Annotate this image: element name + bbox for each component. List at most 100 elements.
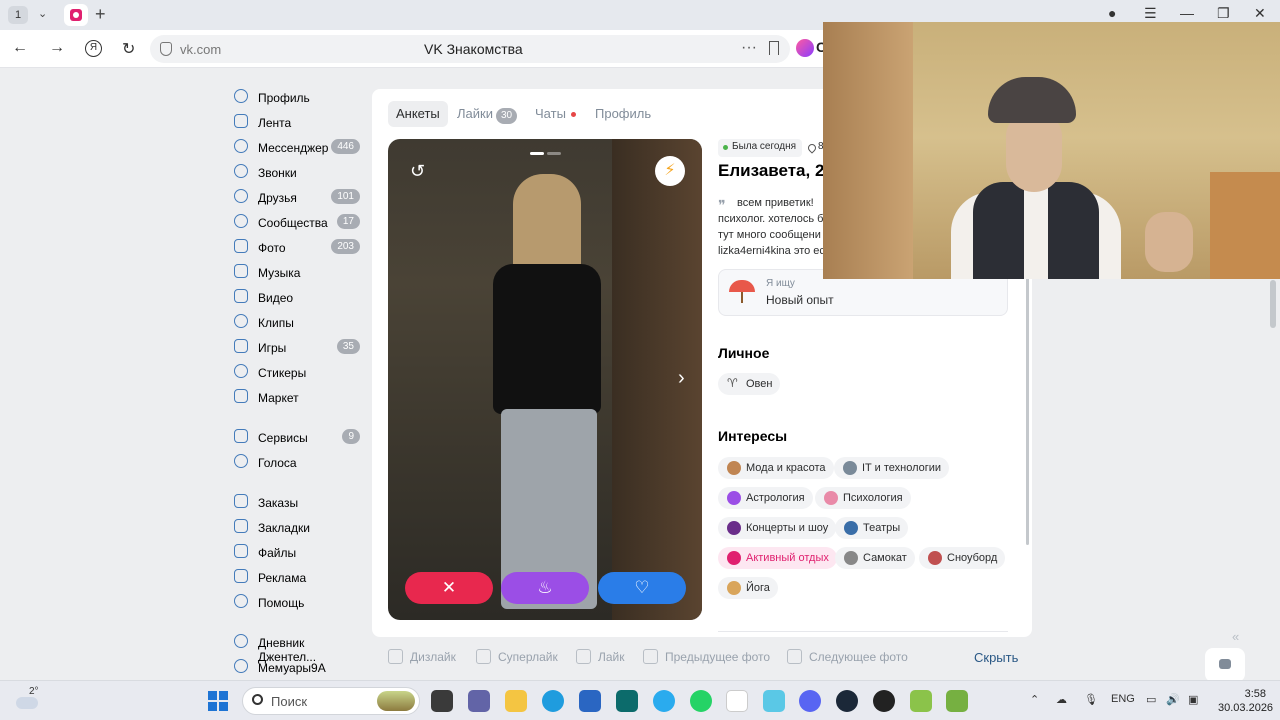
seeking-label: Я ищу — [766, 278, 795, 289]
interest-chip: Мода и красота — [718, 457, 834, 479]
telegram-icon[interactable] — [653, 690, 675, 712]
quote-icon: ❞ — [718, 197, 726, 213]
display-icon[interactable]: ▭ — [1146, 693, 1156, 706]
sidebar-item-files[interactable]: Файлы — [232, 541, 362, 566]
page-scrollbar[interactable] — [1270, 280, 1276, 328]
collapse-icon[interactable]: « — [1232, 629, 1239, 644]
restore-button[interactable]: ❐ — [1217, 5, 1230, 22]
sidebar-item-clips[interactable]: Клипы — [232, 311, 362, 336]
minimize-button[interactable]: — — [1180, 5, 1194, 21]
tab-chats[interactable]: Чаты — [535, 101, 576, 127]
dislike-button[interactable]: ✕ — [405, 572, 493, 604]
robot-icon — [843, 461, 857, 475]
online-status: Была сегодня — [718, 139, 803, 157]
chevron-up-icon[interactable]: ⌃ — [1030, 693, 1039, 706]
app-icon[interactable] — [616, 690, 638, 712]
clock[interactable]: 3:58 30.03.2026 — [1218, 687, 1273, 715]
yandex-icon[interactable]: Я — [85, 40, 102, 57]
like-button[interactable]: ♡ — [598, 572, 686, 604]
hide-hints-link[interactable]: Скрыть — [974, 650, 1018, 665]
app-icon[interactable] — [910, 690, 932, 712]
chat-widget-button[interactable] — [1205, 648, 1245, 682]
obs-icon[interactable] — [873, 690, 895, 712]
bluestacks-icon[interactable] — [946, 690, 968, 712]
sidebar-item-group-memoirs[interactable]: Мемуары9А — [232, 656, 362, 681]
language-indicator[interactable]: ENG — [1111, 693, 1135, 705]
more-icon[interactable]: ··· — [741, 39, 757, 57]
bag-icon — [727, 461, 741, 475]
sidebar-item-feed[interactable]: Лента — [232, 111, 362, 136]
app-icon[interactable] — [763, 690, 785, 712]
interest-chip: Йога — [718, 577, 778, 599]
next-photo-arrow-icon[interactable]: › — [678, 367, 685, 390]
sidebar-item-games[interactable]: Игры 35 — [232, 336, 362, 361]
forward-arrow-icon[interactable]: → — [49, 39, 65, 57]
sidebar-item-messenger[interactable]: Мессенджер 446 — [232, 136, 362, 161]
steam-icon[interactable] — [836, 690, 858, 712]
bookmark-icon[interactable] — [769, 41, 779, 55]
brain-icon — [824, 491, 838, 505]
tab-likes[interactable]: Лайки 30 — [457, 101, 518, 127]
volume-icon[interactable]: 🔊 — [1166, 693, 1180, 706]
sidebar-item-ads[interactable]: Реклама — [232, 566, 362, 591]
interest-chip: Психология — [815, 487, 911, 509]
store-icon[interactable] — [579, 690, 601, 712]
reload-icon[interactable]: ↻ — [122, 39, 135, 59]
yandex-browser-icon[interactable] — [726, 690, 748, 712]
sidebar-item-bookmarks[interactable]: Закладки — [232, 516, 362, 541]
sidebar-item-orders[interactable]: Заказы — [232, 491, 362, 516]
onedrive-icon[interactable]: ☁ — [1056, 693, 1067, 706]
chevron-down-icon[interactable]: ⌄ — [38, 7, 47, 20]
taskbar-search[interactable]: Поиск — [242, 687, 420, 715]
sidebar-item-communities[interactable]: Сообщества 17 — [232, 211, 362, 236]
sidebar-item-music[interactable]: Музыка — [232, 261, 362, 286]
group-icon — [234, 659, 248, 673]
microphone-icon[interactable]: 🎙 — [1084, 693, 1098, 706]
sidebar-item-services[interactable]: Сервисы 9 — [232, 426, 362, 451]
tab-vk-dating[interactable] — [64, 4, 88, 26]
profile-icon[interactable]: ● — [1108, 5, 1116, 21]
parachute-icon — [729, 280, 755, 303]
superlike-button[interactable]: ♨ — [501, 572, 589, 604]
sidebar-item-video[interactable]: Видео — [232, 286, 362, 311]
card-scrollbar[interactable] — [1026, 249, 1029, 545]
profile-photo[interactable]: ↺ ⚡ › ✕ ♨ ♡ — [388, 139, 702, 620]
start-button[interactable] — [208, 691, 228, 711]
close-button[interactable]: ✕ — [1254, 5, 1266, 22]
sidebar-item-help[interactable]: Помощь — [232, 591, 362, 616]
tab-profile[interactable]: Профиль — [595, 101, 651, 127]
battery-icon[interactable]: ▣ — [1188, 693, 1198, 706]
edge-icon[interactable] — [542, 690, 564, 712]
tab-profiles[interactable]: Анкеты — [388, 101, 448, 127]
sidebar-item-photos[interactable]: Фото 203 — [232, 236, 362, 261]
sidebar-item-friends[interactable]: Друзья 101 — [232, 186, 362, 211]
tab-counter[interactable]: 1 — [8, 6, 28, 24]
sidebar-item-votes[interactable]: Голоса — [232, 451, 362, 476]
sidebar-item-market[interactable]: Маркет — [232, 386, 362, 411]
discord-icon[interactable] — [799, 690, 821, 712]
alice-icon[interactable] — [796, 39, 814, 57]
profile-icon — [234, 89, 248, 103]
chat-icon — [1219, 659, 1231, 669]
sidebar-item-calls[interactable]: Звонки — [232, 161, 362, 186]
sidebar-item-profile[interactable]: Профиль — [232, 86, 362, 111]
bookmarks-icon — [234, 519, 248, 533]
ads-icon — [234, 569, 248, 583]
interest-chip: Театры — [835, 517, 909, 539]
sidebar-item-stickers[interactable]: Стикеры — [232, 361, 362, 386]
url-field[interactable]: vk.com VK Знакомства ··· — [150, 35, 790, 63]
file-explorer-icon[interactable] — [505, 690, 527, 712]
whatsapp-icon[interactable] — [690, 690, 712, 712]
games-icon — [234, 339, 248, 353]
back-arrow-icon[interactable]: ← — [12, 39, 28, 57]
undo-icon[interactable]: ↺ — [410, 161, 428, 181]
interest-chip: Концерты и шоу — [718, 517, 837, 539]
menu-icon[interactable]: ☰ — [1144, 5, 1157, 22]
task-view-icon[interactable] — [431, 690, 453, 712]
likes-count-badge: 30 — [495, 108, 518, 124]
sidebar-item-group-diary[interactable]: Дневник Джентел... — [232, 631, 362, 664]
teams-icon[interactable] — [468, 690, 490, 712]
search-icon — [252, 694, 263, 705]
new-tab-button[interactable]: + — [95, 4, 106, 25]
boost-lightning-icon[interactable]: ⚡ — [655, 156, 685, 186]
